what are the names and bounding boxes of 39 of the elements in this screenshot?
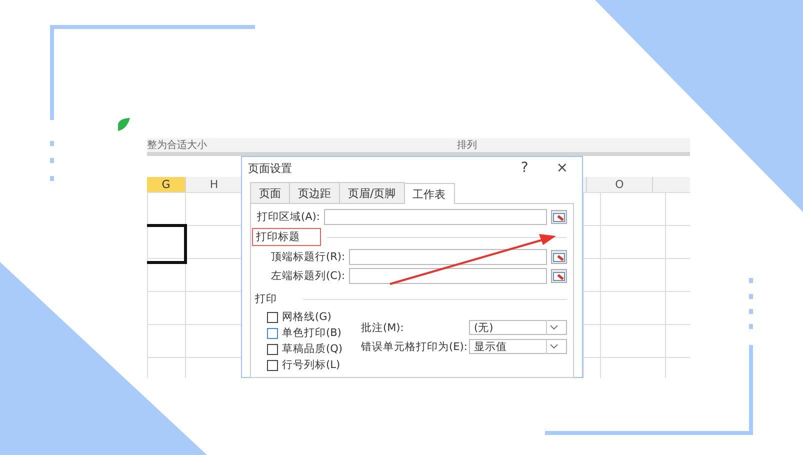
range-input-field[interactable]: [349, 249, 547, 265]
dropdown-select[interactable]: (无): [469, 320, 567, 335]
dialog-tab[interactable]: 工作表: [404, 183, 455, 204]
dot-column: [50, 141, 54, 181]
dialog-title: 页面设置: [248, 160, 293, 176]
ribbon-group-label: 整为合适大小: [147, 138, 208, 152]
leaf-icon: [118, 118, 130, 131]
option-checkbox[interactable]: 单色打印(B): [267, 326, 353, 340]
caret-icon: [550, 325, 558, 330]
field-label: 顶端标题行(R):: [271, 250, 346, 264]
range-input-field[interactable]: [349, 268, 547, 284]
cell-selection-border: [147, 224, 187, 264]
caret-icon: [550, 344, 558, 349]
range-picker-button[interactable]: [551, 269, 567, 283]
range-select-icon: [553, 212, 565, 222]
field-label: 错误单元格打印为(E):: [361, 340, 465, 354]
dropdown-select[interactable]: 显示值: [469, 339, 567, 354]
section-heading: 打印标题: [252, 228, 321, 246]
range-select-icon: [553, 272, 565, 280]
range-picker-button[interactable]: [551, 250, 567, 264]
range-select-icon: [553, 252, 565, 262]
field-label: 打印区域(A):: [257, 210, 320, 224]
column-header[interactable]: O: [587, 177, 653, 192]
option-checkbox[interactable]: 行号列标(L): [267, 358, 353, 372]
range-picker-button[interactable]: [551, 210, 567, 224]
dialog-tab[interactable]: 页面: [250, 182, 290, 203]
section-heading: 打印: [254, 292, 278, 307]
dialog-tab[interactable]: 页边距: [289, 182, 340, 203]
range-input-field[interactable]: [324, 209, 547, 225]
field-label: 左端标题列(C):: [271, 269, 346, 283]
dot-column: [749, 278, 753, 329]
close-button[interactable]: ×: [548, 160, 576, 176]
dialog-tab[interactable]: 页眉/页脚: [339, 182, 405, 203]
option-checkbox[interactable]: 草稿品质(Q): [267, 342, 353, 356]
field-label: 批注(M):: [361, 320, 405, 334]
column-header[interactable]: G: [147, 177, 186, 192]
ribbon-group-label: 排列: [456, 138, 478, 152]
option-checkbox[interactable]: 网格线(G): [267, 310, 353, 324]
help-button[interactable]: ?: [512, 160, 536, 176]
